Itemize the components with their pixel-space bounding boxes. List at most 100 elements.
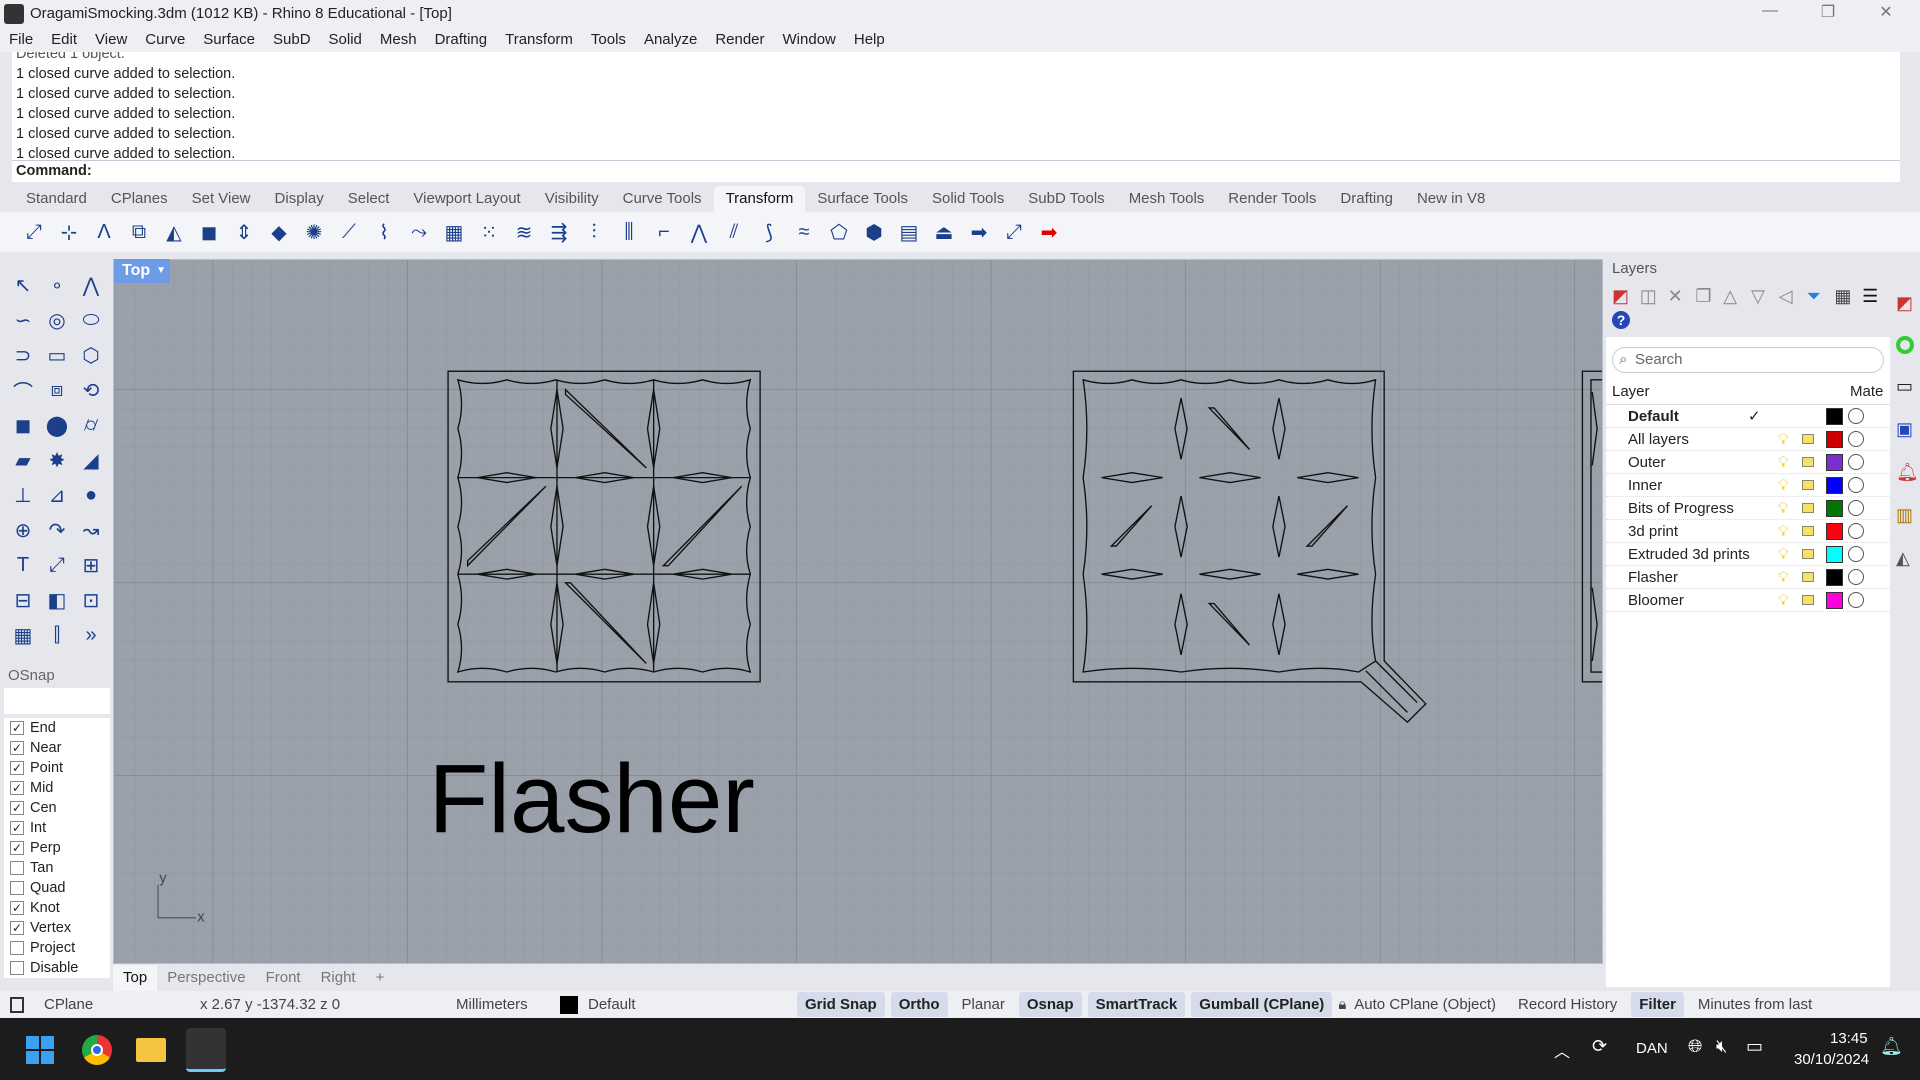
toggle-gumball-cplane-[interactable]: Gumball (CPlane) <box>1191 992 1333 1017</box>
unroll-icon[interactable]: ⏏ <box>930 218 958 246</box>
layer-row[interactable]: All layers 💡︎ <box>1606 428 1890 451</box>
menu-render[interactable]: Render <box>706 31 773 48</box>
current-layer[interactable]: Default <box>588 996 797 1013</box>
cplane-label[interactable]: CPlane <box>44 996 200 1013</box>
checkbox[interactable] <box>10 961 24 975</box>
move-down-icon[interactable]: ▽ <box>1751 286 1779 307</box>
flow-icon[interactable]: ⟋ <box>335 218 363 246</box>
cylinder-icon[interactable]: ⌭ <box>74 408 108 443</box>
polyline-icon[interactable]: ⋀ <box>74 268 108 303</box>
layer-color-swatch[interactable] <box>1826 476 1843 494</box>
layer-row[interactable]: Default ✓ <box>1606 405 1890 428</box>
rhino-taskbar-icon[interactable] <box>186 1028 226 1072</box>
offset-icon[interactable]: ⌐ <box>650 218 678 246</box>
checkbox[interactable] <box>10 881 24 895</box>
osnap-vertex[interactable]: ✓ Vertex <box>4 918 110 938</box>
tab-surface-tools[interactable]: Surface Tools <box>805 186 920 212</box>
point-icon[interactable]: ∘ <box>40 268 74 303</box>
layer-name[interactable]: Default <box>1628 408 1679 425</box>
tab-mesh-tools[interactable]: Mesh Tools <box>1117 186 1217 212</box>
plane-icon[interactable]: ▰ <box>6 443 40 478</box>
splop-icon[interactable]: ≈ <box>790 218 818 246</box>
viewport-tab-right[interactable]: Right <box>311 965 366 991</box>
layer-name[interactable]: Inner <box>1628 477 1662 494</box>
move-up-icon[interactable]: △ <box>1723 286 1751 307</box>
new-sublayer-icon[interactable]: ◫ <box>1640 286 1668 307</box>
osnap-cen[interactable]: ✓ Cen <box>4 798 110 818</box>
lightbulb-icon[interactable]: 💡︎ <box>1778 477 1789 494</box>
layer-search-input[interactable]: ⌕ Search <box>1612 347 1884 373</box>
menu-analyze[interactable]: Analyze <box>635 31 706 48</box>
notification-bell-icon[interactable]: 🔔︎ <box>1880 1036 1903 1057</box>
group-icon[interactable]: ⊕ <box>6 513 40 548</box>
layer-color-swatch[interactable] <box>1826 568 1843 586</box>
minimize-button[interactable]: — <box>1750 2 1790 20</box>
osnap-point[interactable]: ✓ Point <box>4 758 110 778</box>
lightbulb-icon[interactable]: 💡︎ <box>1778 569 1789 586</box>
array-icon[interactable]: ◼ <box>195 218 223 246</box>
rectangle-icon[interactable]: ▭ <box>40 338 74 373</box>
panel-toggle-icon[interactable] <box>10 996 24 1013</box>
pull-icon[interactable]: ⫶ <box>580 218 608 246</box>
remap-icon[interactable]: ⬢ <box>860 218 888 246</box>
material-icon[interactable] <box>1848 477 1864 493</box>
windows-start-icon[interactable] <box>26 1036 54 1064</box>
material-icon[interactable] <box>1848 408 1864 424</box>
layer-name[interactable]: 3d print <box>1628 523 1678 540</box>
tab-subd-tools[interactable]: SubD Tools <box>1016 186 1116 212</box>
unlocked-icon[interactable] <box>1802 526 1814 536</box>
delete-layer-icon[interactable]: ✕ <box>1668 286 1696 307</box>
fillet-icon[interactable]: ⌒ <box>6 373 40 408</box>
lightbulb-icon[interactable]: 💡︎ <box>1778 523 1789 540</box>
toggle-planar[interactable]: Planar <box>954 996 1013 1013</box>
layer-name[interactable]: Outer <box>1628 454 1666 471</box>
checkbox[interactable]: ✓ <box>10 821 24 835</box>
battery-icon[interactable]: ▭ <box>1746 1036 1763 1057</box>
shear-icon[interactable]: ⬠ <box>825 218 853 246</box>
materials-tab-icon[interactable] <box>1896 336 1914 354</box>
display-tab-icon[interactable]: ▭ <box>1896 376 1920 397</box>
lightbulb-icon[interactable]: 💡︎ <box>1778 431 1789 448</box>
layer-color-swatch[interactable] <box>1826 545 1843 563</box>
notifications-tab-icon[interactable]: 🔔︎ <box>1896 462 1920 483</box>
toggle-record-history[interactable]: Record History <box>1510 996 1625 1013</box>
material-icon[interactable] <box>1848 500 1864 516</box>
help-tab-icon[interactable]: ▣ <box>1896 419 1920 440</box>
unlocked-icon[interactable] <box>1802 595 1814 605</box>
move-icon[interactable]: ⤢ <box>20 218 48 246</box>
checkbox[interactable]: ✓ <box>10 801 24 815</box>
align-icon[interactable]: ⤳ <box>405 218 433 246</box>
join-icon[interactable]: ● <box>74 478 108 513</box>
network-icon[interactable]: 🌐︎ <box>1688 1036 1702 1057</box>
toggle-auto-cplane-object-[interactable]: Auto CPlane (Object) <box>1346 996 1504 1013</box>
unlocked-icon[interactable] <box>1802 480 1814 490</box>
command-input[interactable]: Command: <box>12 160 1900 182</box>
layer-row[interactable]: Inner 💡︎ <box>1606 474 1890 497</box>
osnap-knot[interactable]: ✓ Knot <box>4 898 110 918</box>
menu-curve[interactable]: Curve <box>136 31 194 48</box>
fillet-icon[interactable]: ⋀ <box>685 218 713 246</box>
rotate-icon[interactable]: Λ <box>90 218 118 246</box>
flatten-icon[interactable]: ▤ <box>895 218 923 246</box>
osnap-project[interactable]: Project <box>4 938 110 958</box>
chrome-icon[interactable] <box>82 1035 112 1065</box>
twist-icon[interactable]: ⇕ <box>230 218 258 246</box>
layer-row[interactable]: Outer 💡︎ <box>1606 451 1890 474</box>
blend-icon[interactable]: ⫽ <box>720 218 748 246</box>
layer-row[interactable]: Bits of Progress 💡︎ <box>1606 497 1890 520</box>
unlocked-icon[interactable] <box>1802 434 1814 444</box>
lightbulb-icon[interactable]: 💡︎ <box>1778 592 1789 609</box>
checkbox[interactable]: ✓ <box>10 921 24 935</box>
osnap-int[interactable]: ✓ Int <box>4 818 110 838</box>
unlocked-icon[interactable] <box>1802 549 1814 559</box>
stretch-icon[interactable]: ⟆ <box>755 218 783 246</box>
orient-icon[interactable]: ⌇ <box>370 218 398 246</box>
osnap-tan[interactable]: Tan <box>4 858 110 878</box>
checkbox[interactable]: ✓ <box>10 841 24 855</box>
layer-name[interactable]: Bits of Progress <box>1628 500 1734 517</box>
lightbulb-icon[interactable]: 💡︎ <box>1778 454 1789 471</box>
tab-select[interactable]: Select <box>336 186 402 212</box>
tab-render-tools[interactable]: Render Tools <box>1216 186 1328 212</box>
menu-icon[interactable]: ☰ <box>1862 286 1890 307</box>
libraries-tab-icon[interactable]: ▥ <box>1896 505 1920 526</box>
